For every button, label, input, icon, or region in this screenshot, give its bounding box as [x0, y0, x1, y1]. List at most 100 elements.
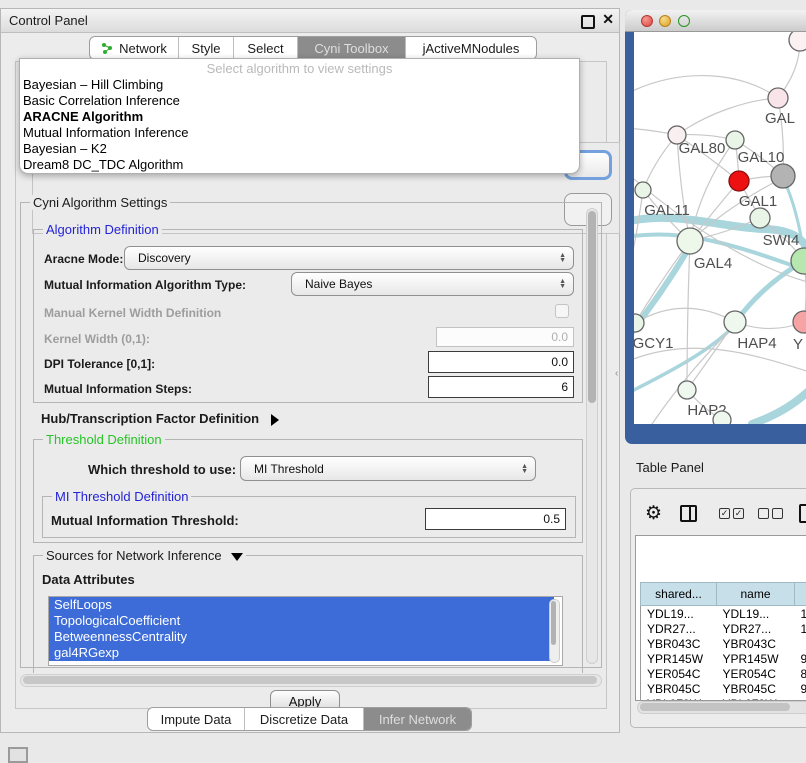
table-cell: [795, 636, 806, 651]
algorithm-option[interactable]: Dream8 DC_TDC Algorithm: [20, 157, 579, 173]
table-row[interactable]: YPR145WYPR145W9.: [641, 651, 806, 666]
network-edge[interactable]: [752, 384, 806, 424]
tab-cyni-toolbox[interactable]: Cyni Toolbox: [298, 37, 406, 59]
column-header[interactable]: A: [795, 583, 806, 606]
attribute-item[interactable]: TopologicalCoefficient: [49, 613, 554, 629]
control-panel-titlebar[interactable]: Control Panel ✕: [1, 9, 619, 33]
threshold-definition-legend: Threshold Definition: [43, 432, 165, 447]
tab-label: Network: [119, 41, 167, 56]
table-cell: YPR145W: [641, 651, 717, 666]
columns-icon[interactable]: [680, 505, 697, 522]
tab-discretize-data[interactable]: Discretize Data: [245, 708, 364, 730]
panel-resize-grip[interactable]: ‹: [615, 368, 618, 379]
settings-horizontal-scrollbar[interactable]: [20, 674, 602, 687]
mi-threshold-input[interactable]: 0.5: [425, 508, 566, 530]
network-node-y[interactable]: [793, 311, 806, 333]
network-node-swi4[interactable]: [750, 208, 770, 228]
deselect-checkbox-icon[interactable]: [772, 508, 783, 519]
network-edge[interactable]: [643, 135, 677, 190]
scrollbar-thumb[interactable]: [640, 703, 790, 711]
deselect-checkbox-icon[interactable]: [758, 508, 769, 519]
attribute-item[interactable]: gal4RGexp: [49, 645, 554, 661]
network-window-titlebar[interactable]: [625, 10, 806, 32]
tab-network[interactable]: Network: [90, 37, 179, 59]
table-cell: YDL19...: [641, 606, 717, 622]
network-node-hap4[interactable]: [724, 311, 746, 333]
algorithm-option[interactable]: Basic Correlation Inference: [20, 93, 579, 109]
data-attributes-label: Data Attributes: [42, 572, 135, 587]
algorithm-option[interactable]: Bayesian – Hill Climbing: [20, 77, 579, 93]
control-panel-window: Control Panel ✕ Network StyleSelectCyni T…: [0, 8, 620, 733]
settings-vertical-scrollbar[interactable]: [586, 208, 598, 664]
export-table-icon[interactable]: [799, 504, 806, 523]
dpi-tolerance-input[interactable]: 0.0: [428, 351, 574, 373]
table-row[interactable]: YBR043CYBR043C: [641, 636, 806, 651]
algorithm-option[interactable]: Mutual Information Inference: [20, 125, 579, 141]
mac-close-icon[interactable]: [641, 15, 653, 27]
float-panel-icon[interactable]: [581, 15, 595, 29]
network-edge[interactable]: [634, 76, 778, 98]
aracne-mode-value: Discovery: [138, 251, 191, 265]
control-panel-bottom-tabbar: Impute Data Discretize Data Infer Network: [147, 707, 472, 731]
tab-infer-network[interactable]: Infer Network: [364, 708, 471, 730]
data-attributes-list[interactable]: SelfLoopsTopologicalCoefficientBetweenne…: [48, 596, 563, 666]
control-panel-title: Control Panel: [9, 13, 88, 28]
table-cell: YBR045C: [717, 681, 795, 696]
dpi-tolerance-label: DPI Tolerance [0,1]:: [44, 357, 155, 371]
table-horizontal-scrollbar[interactable]: [637, 701, 806, 714]
attribute-item[interactable]: BetweennessCentrality: [49, 629, 554, 645]
sources-group: Sources for Network Inference Data Attri…: [33, 555, 583, 673]
network-node-gal4[interactable]: [677, 228, 703, 254]
mi-steps-input[interactable]: 6: [428, 376, 574, 398]
network-edge[interactable]: [634, 348, 806, 374]
dock-button[interactable]: [8, 747, 28, 763]
mac-zoom-icon[interactable]: [678, 15, 690, 27]
which-threshold-select[interactable]: MI Threshold ▲▼: [240, 456, 536, 481]
collapse-arrow-icon: [231, 553, 243, 561]
network-canvas[interactable]: GALGAL80GAL10GAL1SWI4GAL11GAL4GCY1HAP4YH…: [634, 32, 806, 424]
close-icon[interactable]: ✕: [602, 11, 614, 28]
algorithm-option[interactable]: ARACNE Algorithm: [20, 109, 579, 125]
network-node-gal[interactable]: [768, 88, 788, 108]
tab-jactivemnodules[interactable]: jActiveMNodules: [406, 37, 536, 59]
column-header[interactable]: name: [717, 583, 795, 606]
column-header[interactable]: shared...: [641, 583, 717, 606]
attribute-item[interactable]: SelfLoops: [49, 597, 554, 613]
tab-label: Discretize Data: [260, 712, 348, 727]
gear-icon[interactable]: ⚙: [645, 502, 662, 525]
network-node[interactable]: [789, 32, 806, 51]
mi-algorithm-type-select[interactable]: Naive Bayes ▲▼: [291, 272, 574, 296]
network-node-hap2[interactable]: [678, 381, 696, 399]
aracne-mode-select[interactable]: Discovery ▲▼: [124, 246, 574, 270]
table-row[interactable]: YDL19...YDL19...13: [641, 606, 806, 622]
network-edge[interactable]: [737, 262, 802, 320]
kernel-width-input[interactable]: 0.0: [436, 327, 574, 347]
scrollbar-thumb[interactable]: [23, 676, 597, 684]
sources-legend[interactable]: Sources for Network Inference: [43, 548, 246, 563]
mac-minimize-icon[interactable]: [659, 15, 671, 27]
network-node-gal1[interactable]: [729, 171, 749, 191]
select-all-checkbox-icon[interactable]: ✓: [733, 508, 744, 519]
table-row[interactable]: YDR27...YDR27...12: [641, 621, 806, 636]
table-row[interactable]: YER054CYER054C8.: [641, 666, 806, 681]
network-node[interactable]: [713, 411, 731, 424]
tab-impute-data[interactable]: Impute Data: [148, 708, 245, 730]
algorithm-option[interactable]: Bayesian – K2: [20, 141, 579, 157]
network-node-gal11[interactable]: [635, 182, 651, 198]
network-edge[interactable]: [634, 190, 643, 272]
table-cell: YER054C: [641, 666, 717, 681]
node-table[interactable]: shared...nameA YDL19...YDL19...13YDR27..…: [635, 535, 806, 701]
network-edge[interactable]: [677, 98, 778, 135]
select-all-checkbox-icon[interactable]: ✓: [719, 508, 730, 519]
manual-kernel-checkbox[interactable]: [555, 304, 569, 318]
network-node[interactable]: [771, 164, 795, 188]
table-row[interactable]: YBR045CYBR045C9.: [641, 681, 806, 696]
network-edge[interactable]: [687, 241, 690, 390]
network-node-gal10[interactable]: [726, 131, 744, 149]
tab-select[interactable]: Select: [234, 37, 298, 59]
list-scrollbar[interactable]: [549, 599, 560, 663]
scrollbar-thumb[interactable]: [588, 211, 596, 403]
hub-definition-expander[interactable]: Hub/Transcription Factor Definition: [41, 411, 279, 426]
tab-style[interactable]: Style: [179, 37, 234, 59]
table-cell: 12: [795, 621, 806, 636]
